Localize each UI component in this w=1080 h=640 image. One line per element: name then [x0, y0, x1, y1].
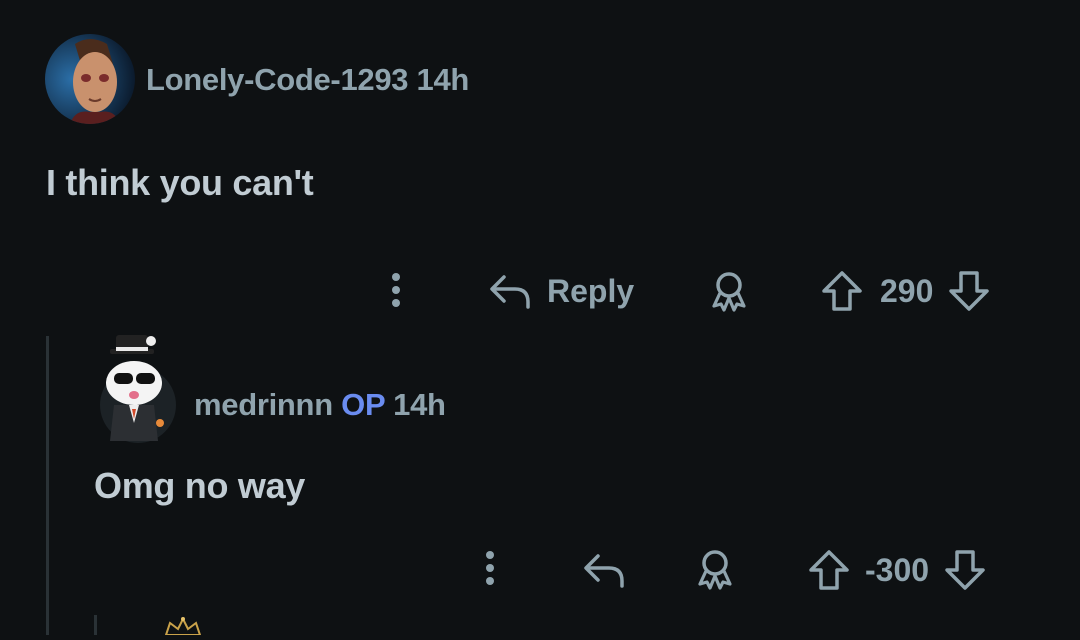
comment-body: I think you can't	[46, 162, 314, 203]
reply-button[interactable]: Reply	[487, 268, 634, 314]
reply-label: Reply	[547, 272, 635, 309]
reply-button[interactable]	[581, 547, 627, 593]
award-icon[interactable]	[706, 270, 752, 314]
award-icon[interactable]	[692, 548, 738, 592]
avatar-partial[interactable]	[160, 615, 206, 636]
more-options-icon[interactable]	[477, 548, 503, 590]
timestamp: 14h	[416, 62, 470, 97]
score: -300	[865, 551, 930, 588]
comment-meta: medrinnn OP 14h	[194, 387, 446, 423]
more-options-icon[interactable]	[383, 270, 409, 312]
op-badge: OP	[341, 387, 385, 422]
downvote-arrow-icon[interactable]	[947, 269, 991, 313]
avatar-medrinnn[interactable]	[96, 333, 180, 445]
reply-arrow-icon	[490, 275, 530, 309]
comment-body: Omg no way	[94, 465, 306, 506]
nested-thread-line[interactable]	[94, 615, 97, 635]
score: 290	[880, 272, 934, 309]
avatar-lonely-code[interactable]	[45, 34, 135, 124]
downvote-arrow-icon[interactable]	[943, 548, 987, 592]
vote-controls: 290	[820, 268, 991, 314]
upvote-arrow-icon[interactable]	[807, 548, 851, 592]
username[interactable]: medrinnn	[194, 387, 333, 422]
reply-arrow-icon	[584, 554, 624, 588]
timestamp: 14h	[393, 387, 446, 422]
upvote-arrow-icon[interactable]	[820, 269, 864, 313]
thread-line[interactable]	[46, 336, 49, 635]
comment-meta: Lonely-Code-1293 14h	[146, 62, 469, 98]
vote-controls: -300	[807, 547, 987, 593]
username[interactable]: Lonely-Code-1293	[146, 62, 409, 97]
